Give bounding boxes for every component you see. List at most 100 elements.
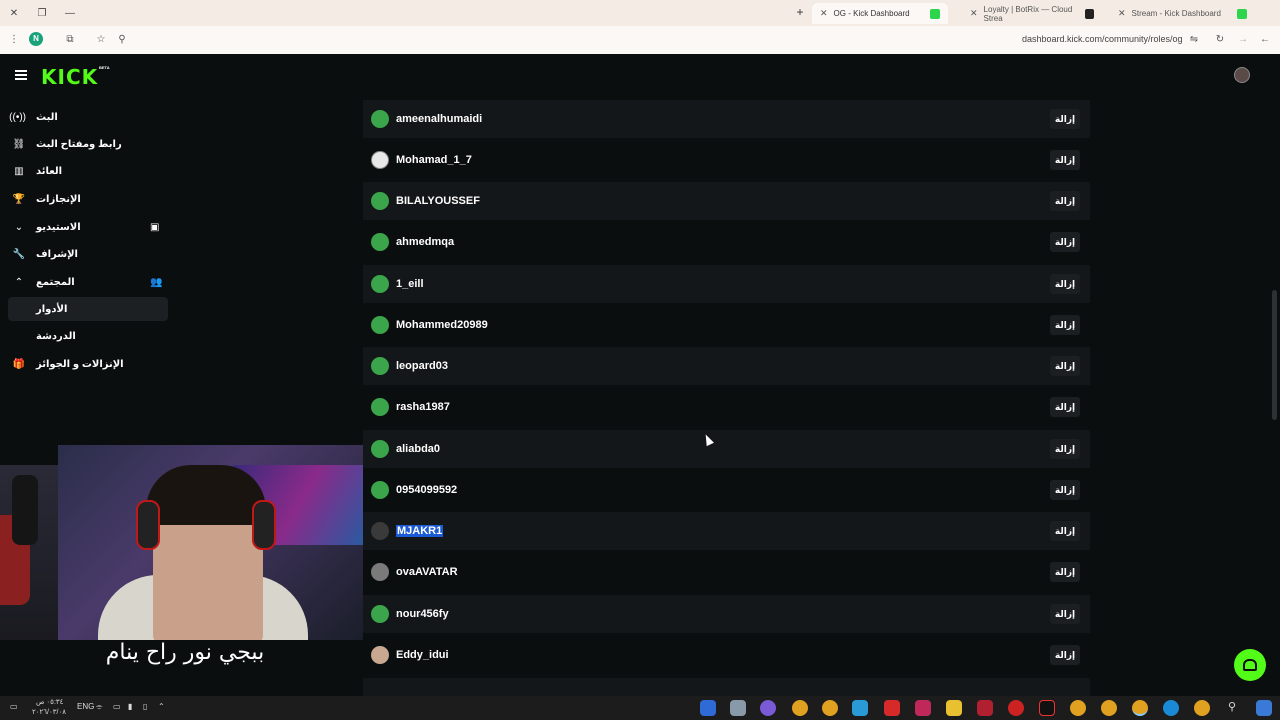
tab-og-kick-dashboard[interactable]: ✕ OG - Kick Dashboard xyxy=(812,3,948,24)
app-tf-icon[interactable] xyxy=(977,700,993,716)
remove-button[interactable]: إزالة xyxy=(1050,191,1080,211)
chrome-icon[interactable] xyxy=(1070,700,1086,716)
discord-icon[interactable] xyxy=(760,700,776,716)
username[interactable]: ovaAVATAR xyxy=(396,566,458,578)
table-row: MJAKR1 إزالة xyxy=(363,512,1090,550)
remove-button[interactable]: إزالة xyxy=(1050,150,1080,170)
close-tab-icon[interactable]: ✕ xyxy=(970,8,978,19)
forward-icon[interactable]: → xyxy=(1236,33,1250,47)
chrome-active-icon[interactable] xyxy=(1132,700,1148,716)
sidebar-item-studio[interactable]: ⌄ الاستيديو ▣ xyxy=(8,215,168,239)
new-tab-icon[interactable]: + xyxy=(793,5,807,19)
tiktok-icon[interactable] xyxy=(1039,700,1055,716)
url-field[interactable]: dashboard.kick.com/community/roles/og xyxy=(1022,34,1183,44)
clock-date[interactable]: ٢٠٢٦/٠٣/٠٨ xyxy=(32,708,66,716)
chrome-icon[interactable] xyxy=(822,700,838,716)
sidebar-item-stream-key[interactable]: ⛓ رابط ومفتاح البث xyxy=(8,132,168,156)
display-icon[interactable]: ▭ xyxy=(113,702,121,711)
app-3-icon[interactable] xyxy=(700,700,716,716)
telegram-icon[interactable] xyxy=(852,700,868,716)
remove-button[interactable]: إزالة xyxy=(1050,521,1080,541)
username[interactable]: Eddy_idui xyxy=(396,649,449,661)
hamburger-menu-icon[interactable] xyxy=(15,70,27,80)
tray-expand-icon[interactable]: ⌃ xyxy=(158,702,165,711)
sidebar-item-revenue[interactable]: ▥ العائد xyxy=(8,159,168,183)
bookmark-star-icon[interactable]: ☆ xyxy=(94,33,108,47)
remove-button[interactable]: إزالة xyxy=(1050,645,1080,665)
chrome-icon[interactable] xyxy=(1194,700,1210,716)
remove-button[interactable]: إزالة xyxy=(1050,315,1080,335)
kick-favicon-icon xyxy=(930,8,940,19)
username[interactable]: MJAKR1 xyxy=(396,525,444,537)
edge-icon[interactable] xyxy=(1163,700,1179,716)
app-red-icon[interactable] xyxy=(884,700,900,716)
back-icon[interactable]: ← xyxy=(1258,33,1272,47)
tab-botrix[interactable]: ✕ Loyalty | BotRix — Cloud Strea xyxy=(962,3,1102,24)
sidebar-item-drops-rewards[interactable]: 🎁 الإنزالات و الجوائز xyxy=(8,352,168,376)
close-tab-icon[interactable]: ✕ xyxy=(1118,8,1126,19)
app-p-icon[interactable] xyxy=(915,700,931,716)
table-row: ahmedmqa إزالة xyxy=(363,223,1090,261)
username[interactable]: ahmedmqa xyxy=(396,236,454,248)
remove-button[interactable]: إزالة xyxy=(1050,356,1080,376)
sidebar-item-label: العائد xyxy=(36,165,63,177)
remove-button[interactable]: إزالة xyxy=(1050,397,1080,417)
username[interactable]: ameenalhumaidi xyxy=(396,113,482,125)
app-record-icon[interactable] xyxy=(1008,700,1024,716)
sidebar-item-broadcast[interactable]: ((•)) البث xyxy=(8,105,168,129)
mic-tray-icon[interactable]: ▮ xyxy=(128,702,132,711)
username[interactable]: leopard03 xyxy=(396,360,448,372)
username[interactable]: nour456fy xyxy=(396,608,449,620)
close-tab-icon[interactable]: ✕ xyxy=(820,8,828,19)
chrome-icon[interactable] xyxy=(792,700,808,716)
username[interactable]: aliabda0 xyxy=(396,443,440,455)
remove-button[interactable]: إزالة xyxy=(1050,562,1080,582)
sidebar-item-roles[interactable]: الأدوار xyxy=(8,297,168,321)
community-icon: 👥 xyxy=(150,276,163,288)
remove-button[interactable]: إزالة xyxy=(1050,480,1080,500)
sidebar-item-chat[interactable]: الدردشة xyxy=(8,324,168,348)
sidebar-item-achievements[interactable]: 🏆 الإنجازات xyxy=(8,187,168,211)
remove-button[interactable]: إزالة xyxy=(1050,439,1080,459)
chrome-icon[interactable] xyxy=(1101,700,1117,716)
page-scrollbar[interactable] xyxy=(1272,290,1277,420)
site-settings-icon[interactable]: ⇋ xyxy=(1187,33,1201,47)
username[interactable]: 1_eill xyxy=(396,278,424,290)
notification-icon[interactable]: ▭ xyxy=(10,702,18,711)
extensions-icon[interactable]: ⧉ xyxy=(63,33,77,47)
close-window-icon[interactable]: ✕ xyxy=(0,0,28,26)
username[interactable]: Mohamad_1_7 xyxy=(396,154,472,166)
username[interactable]: Mohammed20989 xyxy=(396,319,488,331)
username[interactable]: rasha1987 xyxy=(396,401,450,413)
start-icon[interactable] xyxy=(1256,700,1272,716)
remove-button[interactable]: إزالة xyxy=(1050,604,1080,624)
battery-icon[interactable]: ▯ xyxy=(143,702,147,711)
kick-logo[interactable]: KICK xyxy=(41,65,98,89)
remove-button[interactable]: إزالة xyxy=(1050,274,1080,294)
network-icon[interactable]: ⌯ xyxy=(96,702,102,712)
link-icon: ⛓ xyxy=(12,138,26,150)
sidebar-item-community[interactable]: ⌃ المجتمع 👥 xyxy=(8,270,168,294)
search-icon[interactable]: ⚲ xyxy=(1228,700,1236,713)
remove-button[interactable]: إزالة xyxy=(1050,232,1080,252)
remove-button[interactable]: إزالة xyxy=(1050,109,1080,129)
username[interactable]: 0954099592 xyxy=(396,484,457,496)
table-row: rasha1987 إزالة xyxy=(363,388,1090,426)
restore-window-icon[interactable]: ❐ xyxy=(28,0,56,26)
support-chat-button[interactable] xyxy=(1234,649,1266,681)
app-bird-icon[interactable] xyxy=(730,700,746,716)
user-avatar[interactable] xyxy=(1234,67,1250,83)
profile-avatar[interactable]: N xyxy=(29,32,43,46)
tab-stream-dashboard[interactable]: ✕ Stream - Kick Dashboard xyxy=(1110,3,1255,24)
minimize-window-icon[interactable]: — xyxy=(56,0,84,26)
menu-dots-icon[interactable]: ⋮ xyxy=(7,33,21,47)
clock-time[interactable]: ٠٥:٣٤ ص xyxy=(36,698,63,706)
search-icon[interactable]: ⚲ xyxy=(115,33,129,47)
reload-icon[interactable]: ↻ xyxy=(1213,33,1227,47)
username[interactable]: BILALYOUSSEF xyxy=(396,195,480,207)
sidebar-item-moderation[interactable]: 🔧 الإشراف xyxy=(8,242,168,266)
language-indicator[interactable]: ENG xyxy=(77,702,94,711)
kick-header: KICK BETA xyxy=(0,54,1280,96)
sidebar-item-label: الأدوار xyxy=(36,303,68,315)
file-explorer-icon[interactable] xyxy=(946,700,962,716)
